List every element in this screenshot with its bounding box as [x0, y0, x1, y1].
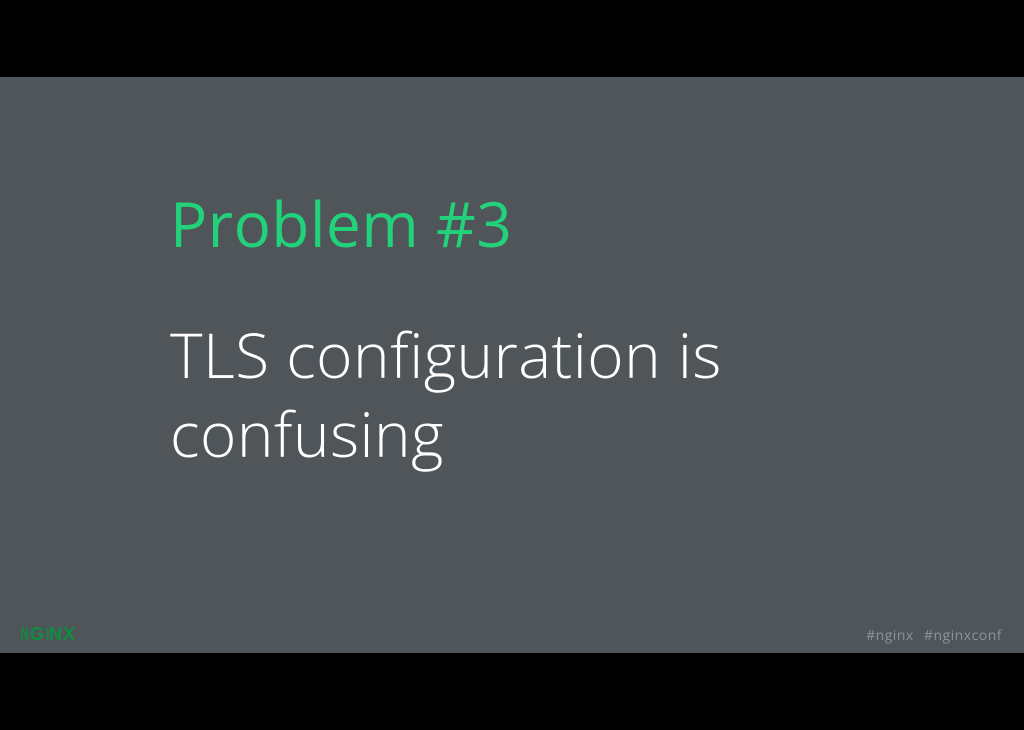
slide-body: TLS configuration is confusing: [170, 316, 904, 475]
slide-title: Problem #3: [170, 182, 904, 266]
presentation-frame: Problem #3 TLS configuration is confusin…: [0, 0, 1024, 730]
slide-content: Problem #3 TLS configuration is confusin…: [170, 182, 904, 475]
slide-footer: NGINX #nginx #nginxconf: [0, 619, 1024, 653]
nginx-logo: NGINX: [18, 624, 76, 645]
footer-hashtags: #nginx #nginxconf: [866, 626, 1002, 645]
slide: Problem #3 TLS configuration is confusin…: [0, 77, 1024, 653]
